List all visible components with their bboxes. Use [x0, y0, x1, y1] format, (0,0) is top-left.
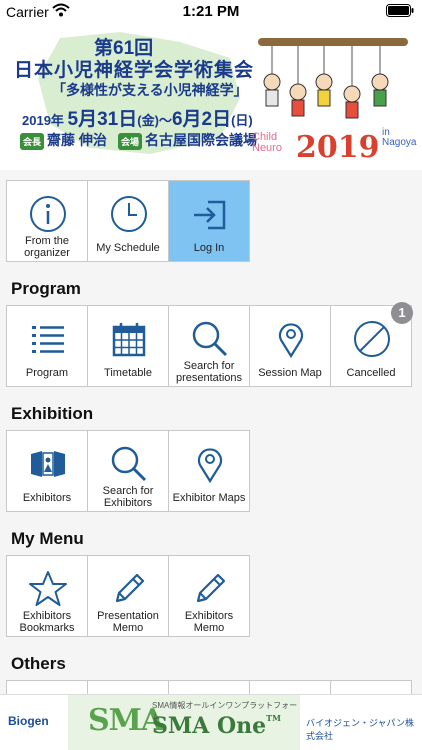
date-tilde: 〜 [158, 113, 172, 128]
top-tile-row: From the organizer My Schedule Log In [6, 180, 250, 262]
pencil-icon [196, 573, 226, 603]
presentation-memo-tile[interactable]: Presentation Memo [87, 555, 169, 637]
conference-theme: 「多様性が支える小児神経学」 [52, 82, 248, 98]
tile-label: From the organizer [24, 235, 70, 259]
biogen-japan-name: バイオジェン・ジャパン株式会社 [306, 718, 415, 741]
tile-label: Exhibitors [22, 492, 72, 504]
sma-one-name: SMA One [152, 713, 267, 739]
conference-dates: 2019年 5月31日(金)〜6月2日(日) [22, 104, 253, 131]
my-menu-section-title: My Menu [11, 529, 84, 548]
sponsor-ad-banner[interactable]: Biogen SMA SMA情報オールインワンプラットフォーム SMA OneT… [0, 694, 422, 750]
exhibitor-booth-icon [31, 451, 65, 477]
children-on-swings-graphic [258, 38, 408, 119]
program-tile[interactable]: Program [6, 305, 88, 387]
neuro-word: Neuro [252, 142, 282, 154]
tile-label: Search for presentations [175, 360, 243, 384]
year-prefix: 2019年 [22, 113, 64, 128]
tile-label: Timetable [104, 367, 152, 379]
tile-label: Exhibitors Bookmarks [19, 610, 75, 634]
exhibition-tile-row: Exhibitors Search for Exhibitors Exhibit… [6, 430, 250, 512]
cancelled-tile[interactable]: Cancelled 1 [330, 302, 413, 387]
tile-label: Program [25, 367, 69, 379]
exhibitor-maps-tile[interactable]: Exhibitor Maps [168, 430, 250, 512]
others-tile[interactable] [6, 680, 88, 694]
my-schedule-tile[interactable]: My Schedule [87, 180, 169, 262]
cancelled-count-badge: 1 [391, 302, 413, 324]
sma-one-title: SMA OneTM [152, 713, 281, 739]
search-exhibitors-tile[interactable]: Search for Exhibitors [87, 430, 169, 512]
others-tile-row [6, 680, 412, 694]
tile-label: Exhibitors Memo [184, 610, 234, 634]
menu-content[interactable]: From the organizer My Schedule Log In Pr… [0, 170, 422, 694]
child-neuro-text: Child Neuro [252, 132, 282, 154]
session-map-tile[interactable]: Session Map [249, 305, 331, 387]
others-tile[interactable] [249, 680, 331, 694]
tile-label: Search for Exhibitors [102, 485, 154, 509]
exhibitors-memo-tile[interactable]: Exhibitors Memo [168, 555, 250, 637]
trademark-mark: TM [266, 713, 281, 723]
in-nagoya-text: in Nagoya [382, 128, 416, 148]
exhibitors-bookmarks-tile[interactable]: Exhibitors Bookmarks [6, 555, 88, 637]
map-pin-icon [197, 448, 223, 484]
venue-name: 名古屋国際会議場 [145, 132, 258, 148]
venue-info: 会場 名古屋国際会議場 [118, 130, 257, 150]
exhibitors-tile[interactable]: Exhibitors [6, 430, 88, 512]
others-section-title: Others [11, 654, 66, 673]
tile-label: Exhibitor Maps [172, 492, 246, 504]
tile-label: Session Map [258, 367, 322, 379]
others-tile[interactable] [330, 680, 412, 694]
map-pin-icon [278, 323, 304, 359]
chair-tag: 会長 [20, 132, 45, 150]
weekday-end: (日) [231, 113, 253, 128]
chair-info: 会長 齋藤 伸治 [20, 130, 107, 150]
venue-tag: 会場 [118, 132, 143, 150]
battery-icon [386, 4, 414, 20]
search-icon [192, 321, 228, 357]
others-tile[interactable] [87, 680, 169, 694]
tile-label: My Schedule [96, 242, 160, 254]
conference-banner[interactable]: 第61回 日本小児神経学会学術集会 「多様性が支える小児神経学」 2019年 5… [0, 24, 422, 170]
others-tile[interactable] [168, 680, 250, 694]
pencil-icon [115, 573, 145, 603]
from-organizer-tile[interactable]: From the organizer [6, 180, 88, 262]
search-icon [111, 446, 147, 482]
biogen-logo: Biogen [8, 714, 49, 728]
exhibition-section-title: Exhibition [11, 404, 94, 423]
weekday-start: (金) [137, 113, 159, 128]
event-year: 2019 [296, 130, 380, 165]
calendar-icon [112, 323, 146, 357]
timetable-tile[interactable]: Timetable [87, 305, 169, 387]
log-in-tile[interactable]: Log In [168, 180, 250, 262]
program-tile-row: Program Timetable Search for presentatio… [6, 302, 413, 387]
city-word: Nagoya [382, 137, 417, 148]
prohibited-icon [354, 321, 390, 357]
program-section-title: Program [11, 279, 81, 298]
my-menu-tile-row: Exhibitors Bookmarks Presentation Memo E… [6, 555, 250, 637]
star-icon [29, 571, 67, 606]
clock-icon [111, 196, 147, 232]
sma-one-ad[interactable]: SMA SMA情報オールインワンプラットフォーム SMA OneTM [68, 695, 300, 750]
date-end: 6月2日 [171, 109, 232, 130]
tile-label: Cancelled [346, 367, 396, 379]
clock-time: 1:21 PM [182, 3, 240, 20]
date-start: 5月31日 [67, 109, 138, 130]
info-icon [30, 196, 66, 232]
list-icon [32, 326, 64, 353]
tile-label: Log In [193, 242, 225, 254]
status-bar: Carrier 1:21 PM [0, 0, 422, 24]
search-presentations-tile[interactable]: Search for presentations [168, 305, 250, 387]
conference-name: 日本小児神経学会学術集会 [14, 60, 255, 81]
tile-label: Presentation Memo [97, 610, 159, 634]
login-icon [194, 200, 226, 230]
chair-name: 齋藤 伸治 [47, 132, 107, 148]
children-illustration: Child Neuro 2019 in Nagoya [252, 34, 416, 166]
